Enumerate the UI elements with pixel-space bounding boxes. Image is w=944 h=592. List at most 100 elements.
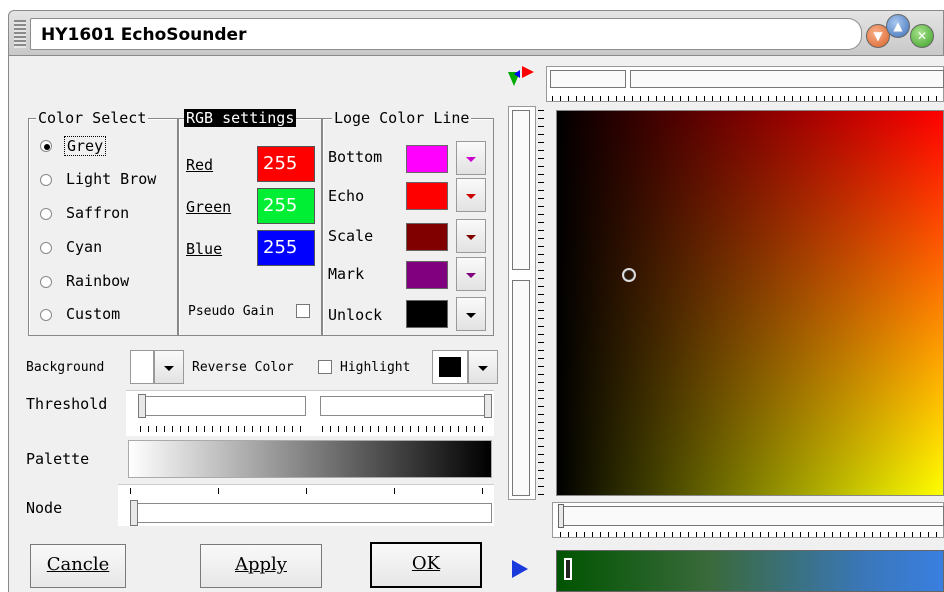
highlight-color-swatch [439, 357, 461, 377]
radio-label: Custom [66, 305, 121, 323]
mark-color-swatch[interactable] [406, 261, 448, 289]
chevron-down-icon [478, 366, 488, 371]
ok-button[interactable]: OK [370, 542, 482, 588]
close-button[interactable]: ✕ [910, 24, 934, 48]
vertical-slider-lower [512, 280, 530, 496]
apply-button-label: Apply [235, 554, 287, 575]
vertical-ticks [538, 110, 544, 500]
background-combo[interactable] [130, 350, 154, 384]
color-field-overlay [557, 111, 943, 495]
loge-color-line-title: Loge Color Line [332, 109, 472, 127]
pseudo-gain-label: Pseudo Gain [188, 304, 275, 319]
palette-label: Palette [26, 450, 90, 468]
chevron-down-icon [164, 366, 174, 371]
radio-label: Saffron [66, 204, 130, 222]
unlock-color-swatch[interactable] [406, 300, 448, 328]
radio-button[interactable] [40, 140, 52, 152]
color-bar[interactable] [556, 550, 944, 592]
vertical-slider-upper [512, 110, 530, 270]
highlight-label: Highlight [340, 360, 411, 375]
up-arrow-icon: ▲ [893, 19, 903, 33]
radio-label: Light Brow [66, 170, 157, 188]
chevron-down-icon [466, 313, 476, 318]
echo-color-swatch[interactable] [406, 182, 448, 210]
color-gradient-field[interactable] [556, 110, 944, 496]
color-picker-cursor[interactable] [622, 268, 636, 282]
threshold-high-thumb[interactable] [484, 394, 492, 418]
radio-option-grey[interactable]: Grey [40, 136, 180, 158]
echo-color-dropdown[interactable] [456, 178, 486, 212]
chevron-down-icon [466, 157, 476, 162]
threshold-high-ticks [322, 426, 490, 432]
node-slider-thumb[interactable] [130, 500, 138, 526]
red-value-box[interactable]: 255 [257, 146, 315, 182]
echo-color-label: Echo [328, 187, 365, 205]
bottom-color-dropdown[interactable] [456, 141, 486, 175]
node-label: Node [26, 499, 63, 517]
radio-option-rainbow[interactable]: Rainbow [40, 272, 180, 294]
green-label: Green [186, 198, 232, 216]
maximize-button[interactable]: ▲ [886, 14, 910, 38]
chevron-down-icon [466, 194, 476, 199]
close-icon: ✕ [916, 29, 928, 43]
bottom-color-swatch[interactable] [406, 145, 448, 173]
threshold-low-thumb[interactable] [138, 394, 146, 418]
blue-value-box[interactable]: 255 [257, 230, 315, 266]
highlight-combo[interactable] [432, 350, 468, 384]
reverse-color-label: Reverse Color [192, 360, 294, 375]
mark-color-label: Mark [328, 265, 365, 283]
scale-color-label: Scale [328, 227, 374, 245]
window-title: HY1601 EchoSounder [30, 18, 840, 50]
scale-color-dropdown[interactable] [456, 219, 486, 253]
rgb-settings-title: RGB settings [184, 109, 297, 127]
title-field-cap [838, 18, 862, 50]
threshold-low-ticks [140, 426, 304, 432]
hue-bottom-ticks [560, 532, 944, 537]
highlight-dropdown[interactable] [468, 350, 498, 384]
apply-button[interactable]: Apply [200, 544, 322, 588]
palette-gradient-bar [128, 440, 492, 478]
blue-label: Blue [186, 240, 223, 258]
radio-option-cyan[interactable]: Cyan [40, 238, 180, 260]
color-select-title: Color Select [36, 109, 149, 127]
unlock-color-dropdown[interactable] [456, 297, 486, 331]
radio-label: Rainbow [66, 272, 130, 290]
threshold-low-slider[interactable] [138, 396, 306, 416]
radio-button[interactable] [40, 174, 52, 186]
color-bar-marker[interactable] [564, 558, 572, 580]
hue-slider-top-thumb[interactable] [550, 70, 626, 88]
threshold-high-slider[interactable] [320, 396, 492, 416]
bottom-color-label: Bottom [328, 148, 383, 166]
node-slider[interactable] [130, 503, 492, 523]
hue-slider-bottom-track [558, 506, 944, 526]
green-value-box[interactable]: 255 [257, 188, 315, 224]
radio-button[interactable] [40, 208, 52, 220]
background-label: Background [26, 360, 105, 375]
radio-option-light-brow[interactable]: Light Brow [40, 170, 180, 192]
reverse-color-checkbox[interactable] [318, 360, 332, 374]
radio-button[interactable] [40, 242, 52, 254]
hue-slider-bottom-thumb[interactable] [558, 504, 564, 528]
radio-label: Grey [64, 136, 107, 156]
radio-option-custom[interactable]: Custom [40, 305, 180, 327]
scale-color-swatch[interactable] [406, 223, 448, 251]
pseudo-gain-checkbox[interactable] [296, 304, 310, 318]
radio-button[interactable] [40, 276, 52, 288]
rgb-arrow-icon [506, 64, 536, 94]
chevron-down-icon [466, 273, 476, 278]
cancel-button-label: Cancle [46, 554, 110, 575]
hue-top-ticks [552, 96, 944, 101]
unlock-color-label: Unlock [328, 306, 383, 324]
background-dropdown[interactable] [154, 350, 184, 384]
node-ticks [130, 488, 492, 494]
radio-option-saffron[interactable]: Saffron [40, 204, 180, 226]
title-grip-icon[interactable] [14, 20, 26, 48]
down-arrow-icon: ▼ [873, 29, 883, 43]
mark-color-dropdown[interactable] [456, 257, 486, 291]
hue-slider-top-track [630, 70, 944, 88]
red-label: Red [186, 156, 214, 174]
play-arrow-icon[interactable] [512, 560, 528, 578]
ok-button-label: OK [411, 553, 441, 574]
radio-button[interactable] [40, 309, 52, 321]
cancel-button[interactable]: Cancle [30, 544, 126, 588]
